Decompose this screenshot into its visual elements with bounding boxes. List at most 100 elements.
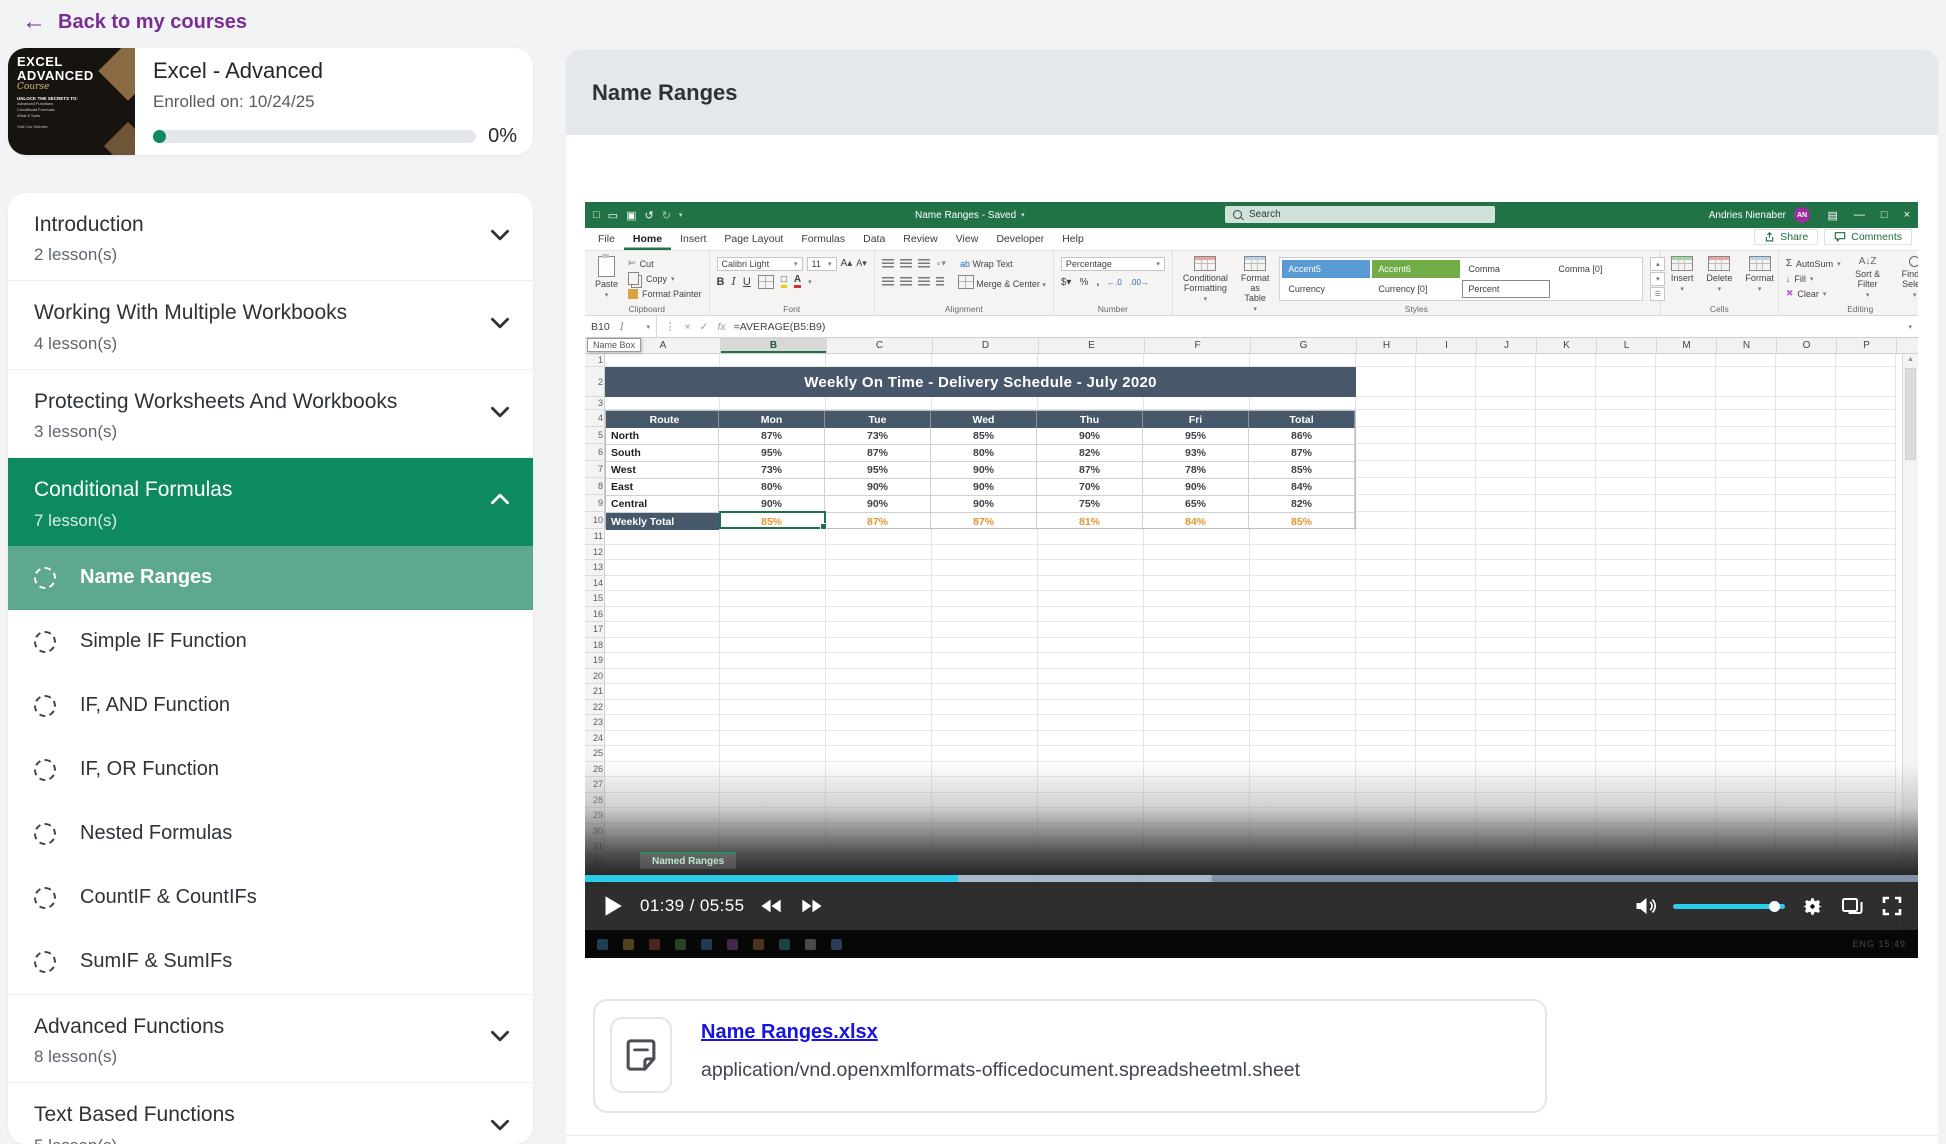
column-header-b: B bbox=[721, 338, 827, 353]
selected-cell-b10 bbox=[719, 511, 826, 529]
grid-row-line bbox=[605, 714, 1896, 715]
value-cell: 90% bbox=[1143, 479, 1249, 496]
grid-row-line bbox=[605, 699, 1896, 700]
volume-button[interactable] bbox=[1633, 894, 1658, 918]
column-header-l: L bbox=[1597, 338, 1657, 353]
table-data-row: South95%87%80%82%93%87% bbox=[606, 445, 1355, 462]
comments-icon bbox=[1834, 231, 1846, 243]
excel-tab-data: Data bbox=[854, 228, 894, 250]
lesson-content-panel: □ ▭ ▣ ↺ ↻ ▾ Name Ranges - Saved ▾ Search… bbox=[566, 135, 1938, 1144]
column-header-k: K bbox=[1537, 338, 1597, 353]
lesson-item-if-or-function[interactable]: IF, OR Function bbox=[8, 738, 533, 802]
column-header-m: M bbox=[1657, 338, 1717, 353]
lesson-status-icon bbox=[34, 631, 56, 653]
back-to-courses-link[interactable]: ← Back to my courses bbox=[22, 10, 247, 34]
volume-knob[interactable] bbox=[1769, 901, 1780, 912]
grid-column bbox=[1656, 354, 1716, 886]
column-header-i: I bbox=[1417, 338, 1477, 353]
section-title: Text Based Functions bbox=[34, 1100, 507, 1130]
wrap-text-button: ab Wrap Text bbox=[960, 259, 1013, 269]
taskbar-icon bbox=[675, 939, 686, 950]
lesson-label: CountIF & CountIFs bbox=[80, 886, 257, 909]
lesson-item-name-ranges[interactable]: Name Ranges bbox=[8, 546, 533, 610]
volume-slider[interactable] bbox=[1673, 904, 1785, 909]
grid-column bbox=[1716, 354, 1776, 886]
find-icon bbox=[1909, 256, 1918, 267]
lesson-item-sumif-sumifs[interactable]: SumIF & SumIFs bbox=[8, 930, 533, 994]
value-cell: 81% bbox=[1037, 513, 1143, 530]
fx-icon: fx bbox=[717, 321, 725, 333]
grid-column bbox=[1536, 354, 1596, 886]
dots-icon: ⋮ bbox=[665, 321, 676, 333]
column-header-e: E bbox=[1039, 338, 1145, 353]
value-cell: 73% bbox=[719, 462, 825, 479]
picture-in-picture-button[interactable] bbox=[1840, 894, 1865, 918]
ribbon-group-styles: Conditional Formatting▾ Format as Table▾… bbox=[1173, 251, 1661, 315]
group-label: Cells bbox=[1661, 304, 1778, 314]
font-color-icon: A bbox=[794, 275, 801, 288]
row-number: 22 bbox=[585, 700, 603, 716]
sidebar-section-text-based-functions[interactable]: Text Based Functions5 lesson(s) bbox=[8, 1082, 533, 1144]
excel-tab-view: View bbox=[947, 228, 988, 250]
lesson-item-nested-formulas[interactable]: Nested Formulas bbox=[8, 802, 533, 866]
fullscreen-button[interactable] bbox=[1880, 894, 1904, 918]
row-number-gutter: 1234567891011121314151617181920212223242… bbox=[585, 354, 605, 886]
value-cell: Wed bbox=[931, 411, 1037, 428]
ribbon-group-cells: Insert▾Delete▾Format▾Cells bbox=[1661, 251, 1779, 315]
group-label: Styles bbox=[1173, 304, 1660, 314]
sidebar-section-advanced-functions[interactable]: Advanced Functions8 lesson(s) bbox=[8, 994, 533, 1082]
orientation-icon: ∘▾ bbox=[936, 258, 946, 269]
grid-row-line bbox=[605, 838, 1896, 839]
undo-icon: ↺ bbox=[644, 209, 653, 222]
grid-row-line bbox=[605, 621, 1896, 622]
row-number: 28 bbox=[585, 793, 603, 809]
sidebar-section-introduction[interactable]: Introduction2 lesson(s) bbox=[8, 193, 533, 280]
column-headers: ABCDEFGHIJKLMNOP bbox=[585, 338, 1918, 354]
seek-bar[interactable] bbox=[585, 875, 1918, 882]
lesson-item-countif-countifs[interactable]: CountIF & CountIFs bbox=[8, 866, 533, 930]
value-cell: 90% bbox=[1037, 428, 1143, 445]
grid-column bbox=[1476, 354, 1536, 886]
row-number: 5 bbox=[585, 427, 603, 444]
settings-button[interactable] bbox=[1800, 894, 1825, 919]
rewind-button[interactable] bbox=[759, 895, 784, 917]
file-icon-box bbox=[610, 1017, 672, 1093]
video-player[interactable]: □ ▭ ▣ ↺ ↻ ▾ Name Ranges - Saved ▾ Search… bbox=[585, 202, 1918, 958]
group-label: Clipboard bbox=[585, 304, 709, 314]
play-button[interactable] bbox=[599, 891, 625, 921]
section-title: Conditional Formulas bbox=[34, 475, 507, 505]
value-cell: 95% bbox=[1143, 428, 1249, 445]
chevron-up-icon bbox=[487, 487, 513, 518]
time-display: 01:39 / 05:55 bbox=[640, 896, 744, 916]
grid-row-line bbox=[605, 652, 1896, 653]
value-cell: 87% bbox=[931, 513, 1037, 530]
lesson-item-if-and-function[interactable]: IF, AND Function bbox=[8, 674, 533, 738]
sidebar-section-conditional-formulas[interactable]: Conditional Formulas7 lesson(s) bbox=[8, 457, 533, 545]
row-number: 32 bbox=[585, 855, 603, 871]
grid-row-line bbox=[605, 590, 1896, 591]
sidebar-section-working-with-multiple-workbooks[interactable]: Working With Multiple Workbooks4 lesson(… bbox=[8, 280, 533, 368]
column-header-n: N bbox=[1717, 338, 1777, 353]
grid-row-line bbox=[605, 637, 1896, 638]
align-bottom-icon bbox=[918, 259, 930, 268]
row-label-cell: Central bbox=[606, 496, 719, 513]
column-header-h: H bbox=[1357, 338, 1417, 353]
close-icon: × bbox=[1904, 209, 1910, 221]
table-header-row: RouteMonTueWedThuFriTotal bbox=[606, 411, 1355, 428]
chevron-down-icon bbox=[487, 398, 513, 429]
value-cell: 95% bbox=[719, 445, 825, 462]
name-box: B10 I ▾ bbox=[585, 316, 657, 337]
lesson-item-simple-if-function[interactable]: Simple IF Function bbox=[8, 610, 533, 674]
currency-icon: $▾ bbox=[1061, 277, 1072, 288]
cell-style-percent: Percent bbox=[1462, 280, 1550, 298]
fast-forward-button[interactable] bbox=[799, 895, 824, 917]
excel-tab-review: Review bbox=[894, 228, 946, 250]
cursor-ibeam-icon: I bbox=[620, 321, 624, 333]
italic-button: I bbox=[732, 275, 736, 288]
attachment-filename-link[interactable]: Name Ranges.xlsx bbox=[701, 1021, 878, 1044]
section-lesson-count: 4 lesson(s) bbox=[34, 334, 507, 354]
conditional-formatting-icon bbox=[1194, 256, 1216, 271]
section-divider bbox=[566, 1135, 1938, 1136]
sidebar-section-protecting-worksheets-and-workbooks[interactable]: Protecting Worksheets And Workbooks3 les… bbox=[8, 369, 533, 457]
customize-toolbar-icon: ▾ bbox=[679, 211, 683, 219]
